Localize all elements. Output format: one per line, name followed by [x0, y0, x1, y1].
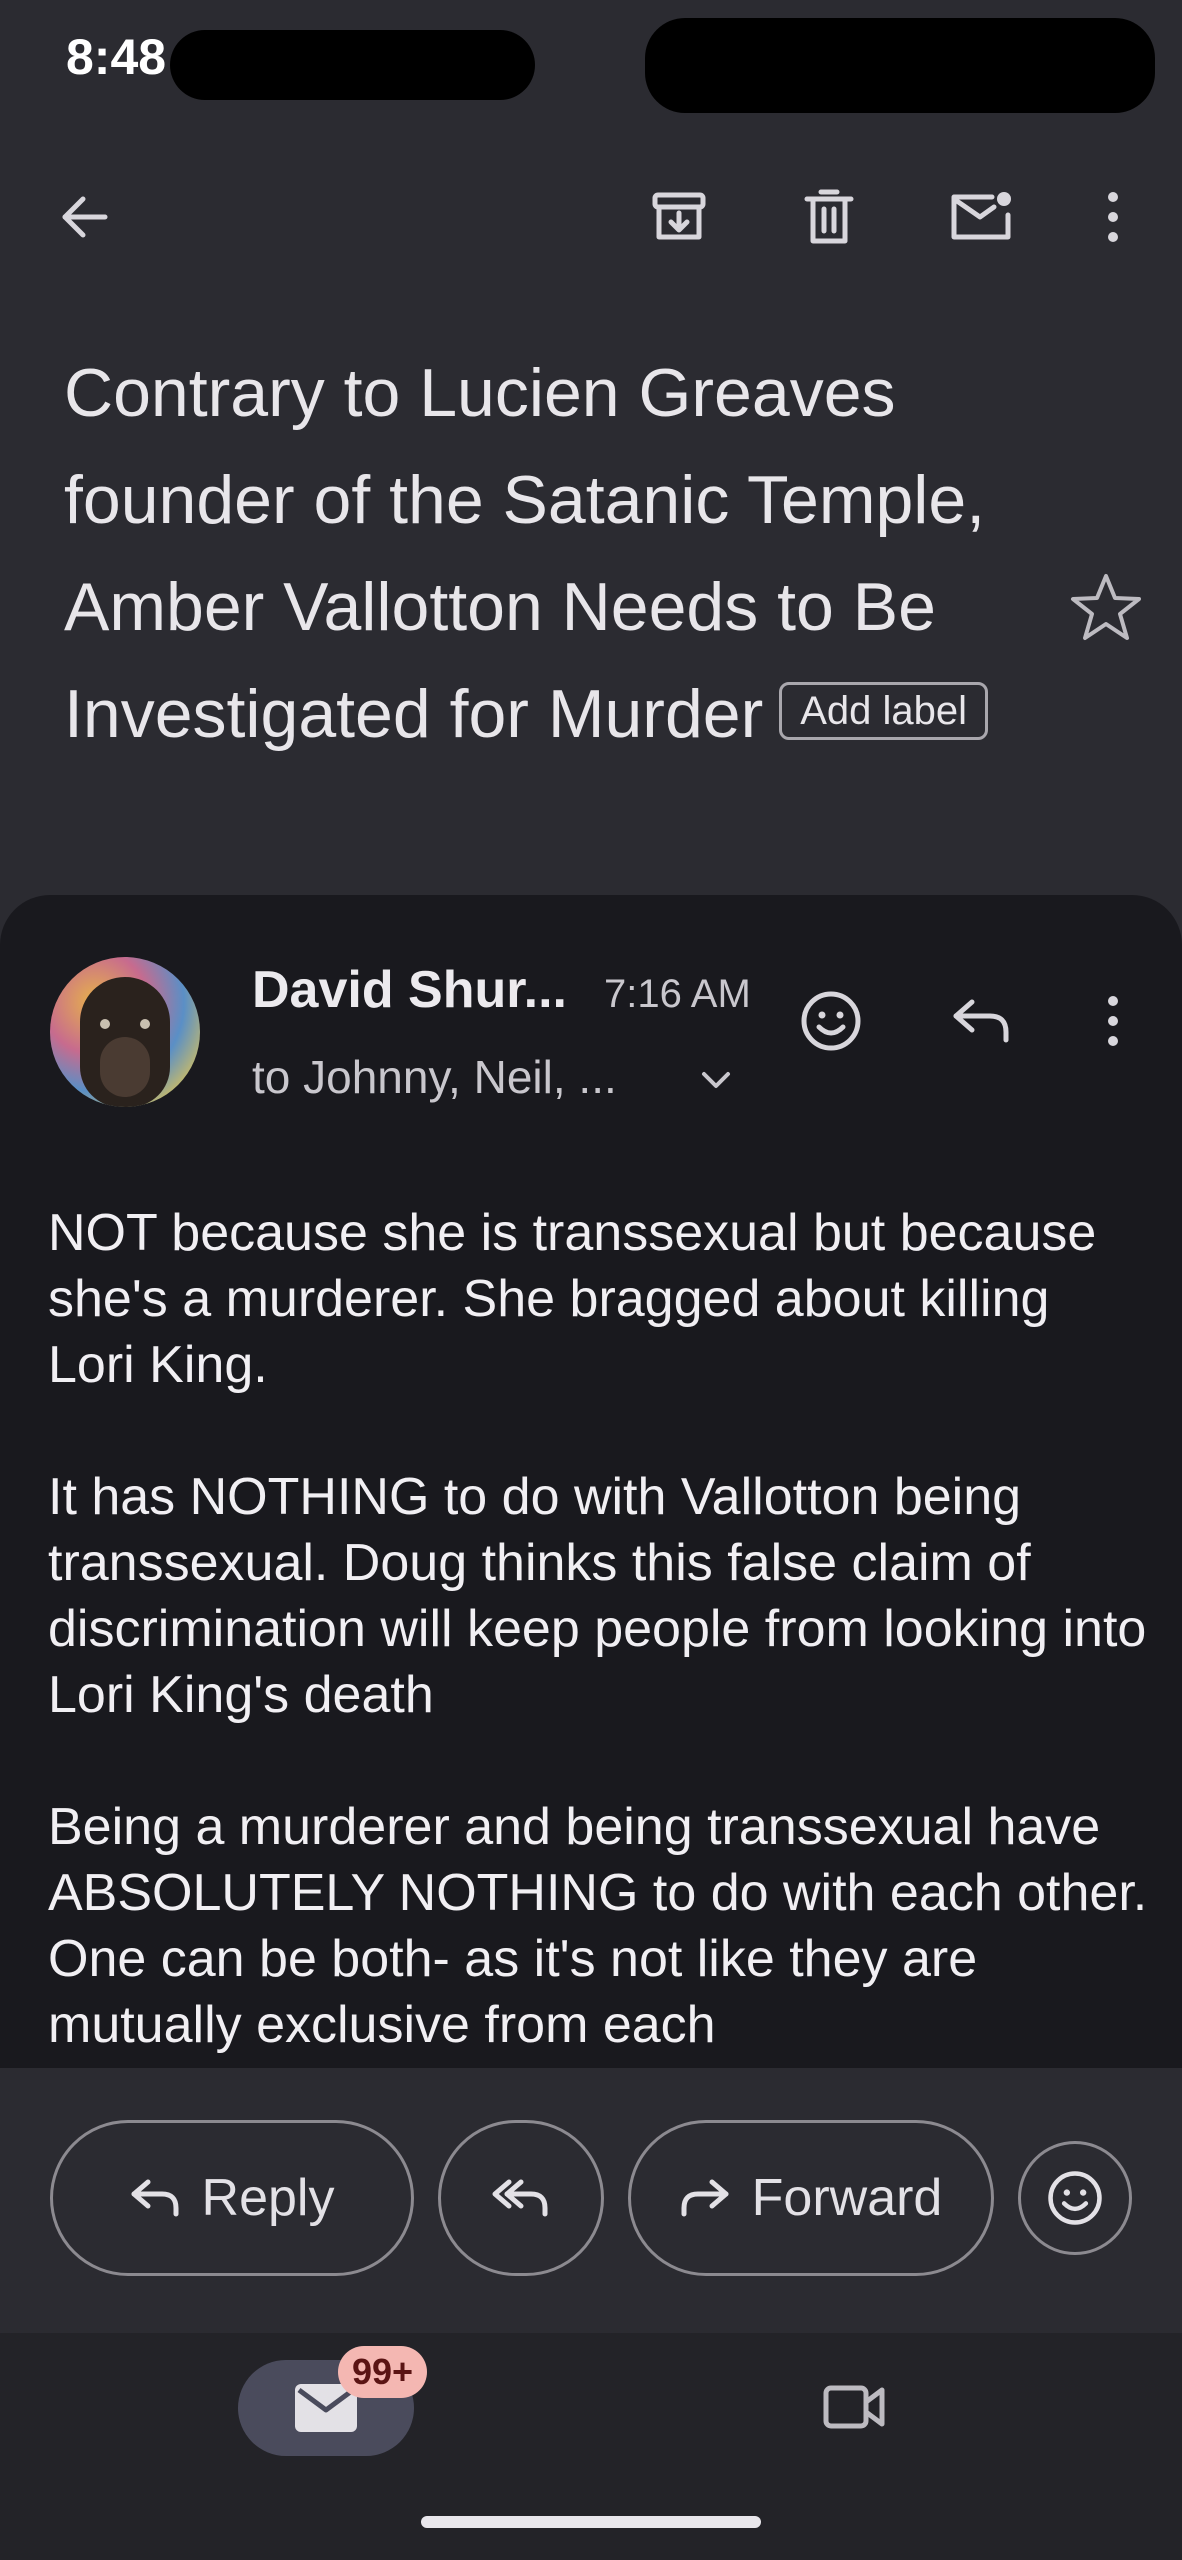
status-time: 8:48: [66, 29, 167, 85]
redaction-bar: [170, 30, 535, 100]
unread-count-badge: 99+: [338, 2346, 428, 2398]
body-paragraph: It has NOTHING to do with Vallotton bein…: [48, 1468, 1147, 1724]
message-more-button[interactable]: [1068, 976, 1158, 1066]
react-emoji-button[interactable]: [786, 976, 876, 1066]
vertical-dots-icon: [1108, 192, 1118, 242]
arrow-left-icon: [62, 196, 108, 238]
reply-icon: [953, 999, 1009, 1043]
back-button[interactable]: [40, 172, 130, 262]
status-bar: 8:48: [0, 0, 1182, 120]
reaction-button[interactable]: [1018, 2141, 1132, 2255]
reply-label: Reply: [201, 2169, 335, 2227]
reply-all-icon: [492, 2179, 548, 2217]
home-indicator[interactable]: [421, 2516, 761, 2528]
avatar-dog-eye: [100, 1019, 110, 1029]
vertical-dots-icon: [1108, 996, 1118, 1046]
mark-unread-button[interactable]: [936, 172, 1026, 262]
chevron-down-icon[interactable]: [698, 1062, 734, 1098]
reply-button[interactable]: Reply: [50, 2120, 414, 2276]
reply-icon-button[interactable]: [936, 976, 1026, 1066]
mark-unread-icon: [951, 192, 1011, 240]
recipients[interactable]: to Johnny, Neil, ...: [252, 1050, 617, 1104]
forward-icon: [681, 2179, 729, 2217]
trash-icon: [804, 189, 854, 244]
email-toolbar: [0, 150, 1182, 290]
message-time: 7:16 AM: [604, 972, 751, 1016]
delete-button[interactable]: [784, 172, 874, 262]
email-subject: Contrary to Lucien Greaves founder of th…: [64, 340, 1024, 768]
avatar[interactable]: [50, 957, 200, 1107]
nav-meet-tab[interactable]: [810, 2362, 900, 2452]
video-camera-icon: [823, 2385, 885, 2429]
sender-name[interactable]: David Shur...: [252, 960, 567, 1020]
more-options-button[interactable]: [1068, 172, 1158, 262]
archive-icon: [652, 192, 706, 240]
redaction-bar: [645, 18, 1155, 113]
add-label-chip[interactable]: Add label: [779, 682, 989, 741]
reply-icon: [131, 2179, 179, 2217]
body-paragraph: Being a murderer and being transsexual h…: [48, 1798, 1148, 2054]
star-icon[interactable]: [1068, 570, 1144, 646]
emoji-icon: [1048, 2171, 1102, 2225]
avatar-dog-snout: [100, 1037, 150, 1097]
archive-button[interactable]: [634, 172, 724, 262]
avatar-dog-eye: [140, 1019, 150, 1029]
forward-label: Forward: [751, 2169, 943, 2227]
reply-all-button[interactable]: [438, 2120, 604, 2276]
message-body: NOT because she is transsexual but becau…: [48, 1200, 1148, 2124]
body-paragraph: NOT because she is transsexual but becau…: [48, 1204, 1097, 1394]
forward-button[interactable]: Forward: [628, 2120, 994, 2276]
emoji-icon: [801, 991, 861, 1051]
